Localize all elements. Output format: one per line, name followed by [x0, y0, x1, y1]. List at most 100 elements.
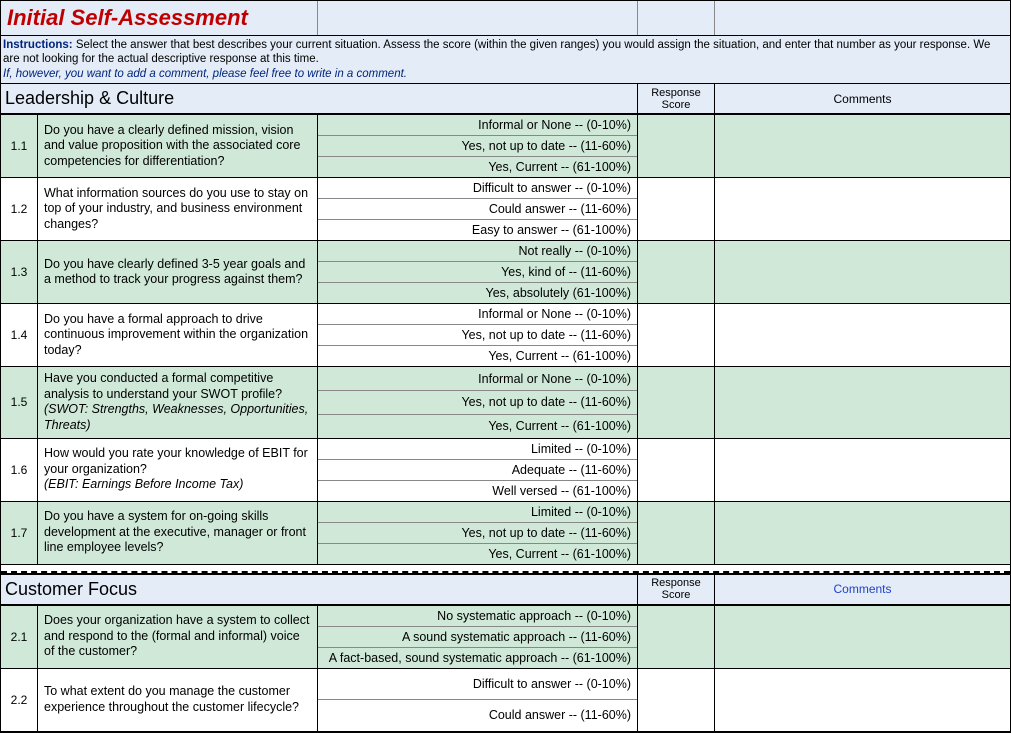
question-number: 1.1 — [1, 115, 38, 177]
answer-option[interactable]: Yes, absolutely (61-100%) — [318, 283, 637, 303]
question-number: 1.5 — [1, 367, 38, 438]
comment-input[interactable] — [715, 439, 1010, 501]
answer-option[interactable]: No systematic approach -- (0-10%) — [318, 606, 637, 627]
comment-input[interactable] — [715, 502, 1010, 564]
question-row: 1.5Have you conducted a formal competiti… — [1, 367, 1010, 439]
section-separator — [1, 565, 1010, 573]
comment-input[interactable] — [715, 304, 1010, 366]
answer-option[interactable]: Yes, Current -- (61-100%) — [318, 415, 637, 438]
section-title: Customer Focus — [1, 575, 638, 604]
instructions-note: If, however, you want to add a comment, … — [3, 68, 407, 80]
question-subtext: (SWOT: Strengths, Weaknesses, Opportunit… — [44, 402, 311, 433]
instructions: Instructions: Select the answer that bes… — [1, 36, 1010, 84]
response-score-input[interactable] — [638, 502, 715, 564]
question-number: 2.2 — [1, 669, 38, 731]
answer-option[interactable]: Easy to answer -- (61-100%) — [318, 220, 637, 240]
section-header: Leadership & CultureResponseScoreComment… — [1, 84, 1010, 115]
answer-option[interactable]: Yes, kind of -- (11-60%) — [318, 262, 637, 283]
question-number: 1.6 — [1, 439, 38, 501]
options-cell: Limited -- (0-10%)Adequate -- (11-60%)We… — [318, 439, 638, 501]
answer-option[interactable]: Limited -- (0-10%) — [318, 439, 637, 460]
response-score-input[interactable] — [638, 241, 715, 303]
answer-option[interactable]: Yes, not up to date -- (11-60%) — [318, 523, 637, 544]
answer-option[interactable]: Difficult to answer -- (0-10%) — [318, 669, 637, 701]
answer-option[interactable]: Yes, Current -- (61-100%) — [318, 157, 637, 177]
response-score-input[interactable] — [638, 439, 715, 501]
answer-option[interactable]: Adequate -- (11-60%) — [318, 460, 637, 481]
answer-option[interactable]: Informal or None -- (0-10%) — [318, 115, 637, 136]
response-score-input[interactable] — [638, 115, 715, 177]
options-cell: Limited -- (0-10%)Yes, not up to date --… — [318, 502, 638, 564]
section-header: Customer FocusResponseScoreComments — [1, 573, 1010, 606]
question-row: 1.3Do you have clearly defined 3-5 year … — [1, 241, 1010, 304]
answer-option[interactable]: Yes, not up to date -- (11-60%) — [318, 325, 637, 346]
answer-option[interactable]: Yes, not up to date -- (11-60%) — [318, 391, 637, 415]
response-score-header: ResponseScore — [638, 575, 715, 604]
answer-option[interactable]: Yes, Current -- (61-100%) — [318, 346, 637, 366]
question-text: Does your organization have a system to … — [38, 606, 318, 668]
title-spacer — [715, 1, 1010, 35]
comments-header: Comments — [715, 575, 1010, 604]
response-score-input[interactable] — [638, 367, 715, 438]
answer-option[interactable]: A fact-based, sound systematic approach … — [318, 648, 637, 668]
answer-option[interactable]: Could answer -- (11-60%) — [318, 700, 637, 731]
answer-option[interactable]: Well versed -- (61-100%) — [318, 481, 637, 501]
answer-option[interactable]: Informal or None -- (0-10%) — [318, 304, 637, 325]
question-text: To what extent do you manage the custome… — [38, 669, 318, 731]
comment-input[interactable] — [715, 669, 1010, 731]
answer-option[interactable]: Informal or None -- (0-10%) — [318, 367, 637, 391]
question-number: 2.1 — [1, 606, 38, 668]
comment-input[interactable] — [715, 115, 1010, 177]
answer-option[interactable]: Yes, not up to date -- (11-60%) — [318, 136, 637, 157]
instructions-body: Select the answer that best describes yo… — [3, 39, 990, 65]
response-score-input[interactable] — [638, 669, 715, 731]
options-cell: Difficult to answer -- (0-10%)Could answ… — [318, 178, 638, 240]
question-text: Have you conducted a formal competitive … — [38, 367, 318, 438]
answer-option[interactable]: Yes, Current -- (61-100%) — [318, 544, 637, 564]
question-row: 1.2What information sources do you use t… — [1, 178, 1010, 241]
question-number: 1.7 — [1, 502, 38, 564]
question-text: What information sources do you use to s… — [38, 178, 318, 240]
answer-option[interactable]: Difficult to answer -- (0-10%) — [318, 178, 637, 199]
question-text: Do you have a clearly defined mission, v… — [38, 115, 318, 177]
options-cell: Informal or None -- (0-10%)Yes, not up t… — [318, 367, 638, 438]
options-cell: Difficult to answer -- (0-10%)Could answ… — [318, 669, 638, 731]
question-number: 1.4 — [1, 304, 38, 366]
response-score-input[interactable] — [638, 304, 715, 366]
response-score-input[interactable] — [638, 606, 715, 668]
question-row: 1.6How would you rate your knowledge of … — [1, 439, 1010, 502]
title-spacer — [638, 1, 715, 35]
title-spacer — [318, 1, 638, 35]
comment-input[interactable] — [715, 241, 1010, 303]
title-row: Initial Self-Assessment — [1, 1, 1010, 36]
options-cell: Not really -- (0-10%)Yes, kind of -- (11… — [318, 241, 638, 303]
answer-option[interactable]: A sound systematic approach -- (11-60%) — [318, 627, 637, 648]
response-score-input[interactable] — [638, 178, 715, 240]
comment-input[interactable] — [715, 606, 1010, 668]
page-title: Initial Self-Assessment — [1, 1, 318, 35]
question-row: 1.4Do you have a formal approach to driv… — [1, 304, 1010, 367]
question-subtext: (EBIT: Earnings Before Income Tax) — [44, 477, 311, 493]
question-number: 1.3 — [1, 241, 38, 303]
question-row: 1.1Do you have a clearly defined mission… — [1, 115, 1010, 178]
comment-input[interactable] — [715, 367, 1010, 438]
question-row: 2.2To what extent do you manage the cust… — [1, 669, 1010, 732]
question-text: Do you have clearly defined 3-5 year goa… — [38, 241, 318, 303]
question-row: 1.7Do you have a system for on-going ski… — [1, 502, 1010, 565]
comments-header: Comments — [715, 84, 1010, 113]
question-text: Do you have a formal approach to drive c… — [38, 304, 318, 366]
options-cell: Informal or None -- (0-10%)Yes, not up t… — [318, 115, 638, 177]
answer-option[interactable]: Could answer -- (11-60%) — [318, 199, 637, 220]
answer-option[interactable]: Limited -- (0-10%) — [318, 502, 637, 523]
question-text: How would you rate your knowledge of EBI… — [38, 439, 318, 501]
question-number: 1.2 — [1, 178, 38, 240]
question-row: 2.1Does your organization have a system … — [1, 606, 1010, 669]
options-cell: Informal or None -- (0-10%)Yes, not up t… — [318, 304, 638, 366]
options-cell: No systematic approach -- (0-10%)A sound… — [318, 606, 638, 668]
question-text: Do you have a system for on-going skills… — [38, 502, 318, 564]
answer-option[interactable]: Not really -- (0-10%) — [318, 241, 637, 262]
comment-input[interactable] — [715, 178, 1010, 240]
instructions-label: Instructions: — [3, 39, 73, 51]
section-title: Leadership & Culture — [1, 84, 638, 113]
response-score-header: ResponseScore — [638, 84, 715, 113]
